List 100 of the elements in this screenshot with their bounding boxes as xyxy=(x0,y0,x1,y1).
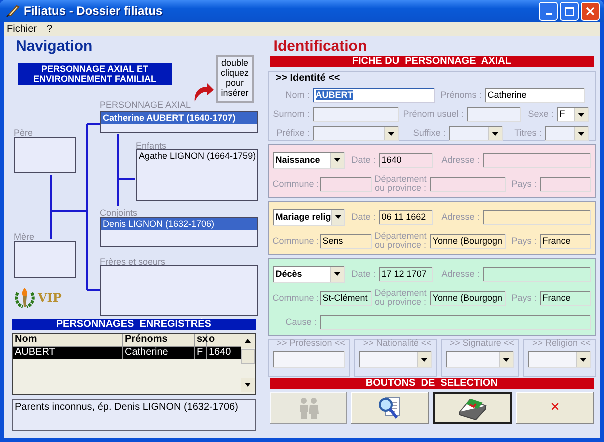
mother-box[interactable] xyxy=(14,241,76,278)
field-label: Date : xyxy=(350,268,376,280)
field-label: Pays : xyxy=(510,292,537,304)
section-banner: FICHE DU PERSONNAGE AXIAL xyxy=(270,56,594,67)
group-legend: >> Nationalité << xyxy=(359,338,432,348)
book-button[interactable] xyxy=(432,392,512,424)
commune-field[interactable]: St-Clément xyxy=(320,290,372,306)
group-legend: >> Religion << xyxy=(528,338,591,348)
address-field[interactable] xyxy=(482,266,591,282)
text-field[interactable]: AUBERT xyxy=(312,88,435,103)
caret-icon xyxy=(580,358,587,362)
combo-box[interactable]: F xyxy=(556,107,589,122)
column-header[interactable]: sx xyxy=(195,334,207,346)
dropdown-button[interactable] xyxy=(576,352,590,367)
tree-label: Père xyxy=(14,128,34,138)
dropdown-button[interactable] xyxy=(574,127,588,140)
field-label: Préfixe : xyxy=(276,128,310,139)
date-field[interactable]: 1640 xyxy=(378,152,433,168)
department-field[interactable] xyxy=(430,176,506,192)
field-label: Commune : xyxy=(272,178,317,190)
text-field[interactable]: Catherine xyxy=(484,88,585,103)
dropdown-button[interactable] xyxy=(574,108,588,121)
field-label: Département ou province : xyxy=(374,175,427,193)
list-item[interactable]: Denis LIGNON (1632-1706) xyxy=(101,218,257,230)
field-label: Prénoms : xyxy=(440,90,482,101)
caret-icon xyxy=(388,132,395,136)
commune-field[interactable] xyxy=(320,176,372,192)
scrollbar[interactable] xyxy=(240,334,255,394)
search-document-icon xyxy=(377,396,404,420)
search-button[interactable] xyxy=(351,392,429,424)
event-type-combo[interactable]: Décès xyxy=(272,266,345,282)
caret-icon xyxy=(334,158,341,162)
caret-icon xyxy=(578,112,585,116)
vip-logo: VIP xyxy=(38,291,62,305)
group-legend: >> Profession << xyxy=(272,338,346,348)
close-button[interactable] xyxy=(581,2,600,20)
event-type-combo[interactable]: Mariage relig xyxy=(272,208,345,226)
siblings-list[interactable] xyxy=(100,265,258,316)
text-field[interactable] xyxy=(272,351,346,368)
address-field[interactable] xyxy=(482,210,591,224)
caret-icon xyxy=(334,215,342,219)
maximize-icon xyxy=(565,6,574,16)
menu-item[interactable]: Fichier xyxy=(7,24,38,34)
department-field[interactable]: Yonne (Bourgogn xyxy=(430,290,506,306)
address-field[interactable] xyxy=(482,152,591,168)
quill-icon xyxy=(6,4,20,18)
window-title: Filiatus - Dossier filiatus xyxy=(24,4,164,18)
caret-icon xyxy=(420,358,428,362)
table-row[interactable]: AUBERT Catherine F 1640 xyxy=(13,347,241,359)
column-header[interactable]: o xyxy=(207,334,241,346)
section-banner: PERSONNAGE AXIAL ET ENVIRONNEMENT FAMILIAL xyxy=(18,63,172,85)
field-label: Adresse : xyxy=(440,212,480,222)
country-field[interactable]: France xyxy=(540,290,591,306)
caret-icon xyxy=(334,272,341,276)
field-label: Prénom usuel : xyxy=(402,109,464,120)
spouses-list[interactable]: Denis LIGNON (1632-1706) xyxy=(100,217,258,247)
tree-label: Conjoints xyxy=(100,208,138,218)
minimize-button[interactable] xyxy=(539,2,558,20)
axial-person-list[interactable]: Catherine AUBERT (1640-1707) xyxy=(100,111,258,133)
date-field[interactable]: 17 12 1707 xyxy=(378,266,433,282)
close-icon xyxy=(586,6,595,16)
dropdown-button[interactable] xyxy=(416,352,431,367)
dropdown-button[interactable] xyxy=(499,352,514,367)
caret-icon xyxy=(578,132,585,136)
photo-placeholder[interactable]: double cliquez pour insérer xyxy=(216,55,254,103)
cause-field[interactable] xyxy=(320,314,591,330)
menu-item[interactable]: ? xyxy=(47,24,53,34)
section-banner: PERSONNAGES ENREGISTRÉS xyxy=(12,319,256,330)
tree-label: Mère xyxy=(14,232,35,242)
panel-title: Identification xyxy=(272,38,368,55)
event-type-combo[interactable]: Naissance xyxy=(272,152,345,168)
country-field[interactable] xyxy=(540,176,591,192)
text-field[interactable] xyxy=(466,107,521,122)
father-box[interactable] xyxy=(14,137,76,173)
dropdown-button[interactable] xyxy=(331,210,344,224)
dropdown-button[interactable] xyxy=(384,127,398,140)
field-label: Nom : xyxy=(284,90,310,101)
commune-field[interactable]: Sens xyxy=(320,234,372,248)
list-item[interactable]: Agathe LIGNON (1664-1759) xyxy=(137,150,257,162)
text-field[interactable] xyxy=(312,107,399,122)
department-field[interactable]: Yonne (Bourgogn xyxy=(430,234,506,248)
dropdown-button[interactable] xyxy=(330,152,344,168)
date-field[interactable]: 06 11 1662 xyxy=(378,210,433,224)
cancel-button[interactable]: × xyxy=(516,392,594,424)
field-label: Date : xyxy=(350,212,376,222)
field-label: Département ou province : xyxy=(374,289,427,307)
field-label: Adresse : xyxy=(440,268,480,280)
field-label: Surnom : xyxy=(272,109,310,120)
column-header[interactable]: Nom xyxy=(13,334,123,346)
country-field[interactable]: France xyxy=(540,234,591,248)
combo-box[interactable] xyxy=(544,126,589,141)
torch-laurel-icon xyxy=(14,287,36,309)
dropdown-button[interactable] xyxy=(330,266,344,282)
minimize-icon xyxy=(546,12,552,14)
children-list[interactable]: Agathe LIGNON (1664-1759) xyxy=(136,149,258,201)
list-item[interactable]: Catherine AUBERT (1640-1707) xyxy=(101,112,257,124)
dropdown-button[interactable] xyxy=(488,127,502,140)
maximize-button[interactable] xyxy=(560,2,579,20)
column-header[interactable]: Prénoms xyxy=(123,334,195,346)
field-label: Suffixe : xyxy=(412,128,446,139)
